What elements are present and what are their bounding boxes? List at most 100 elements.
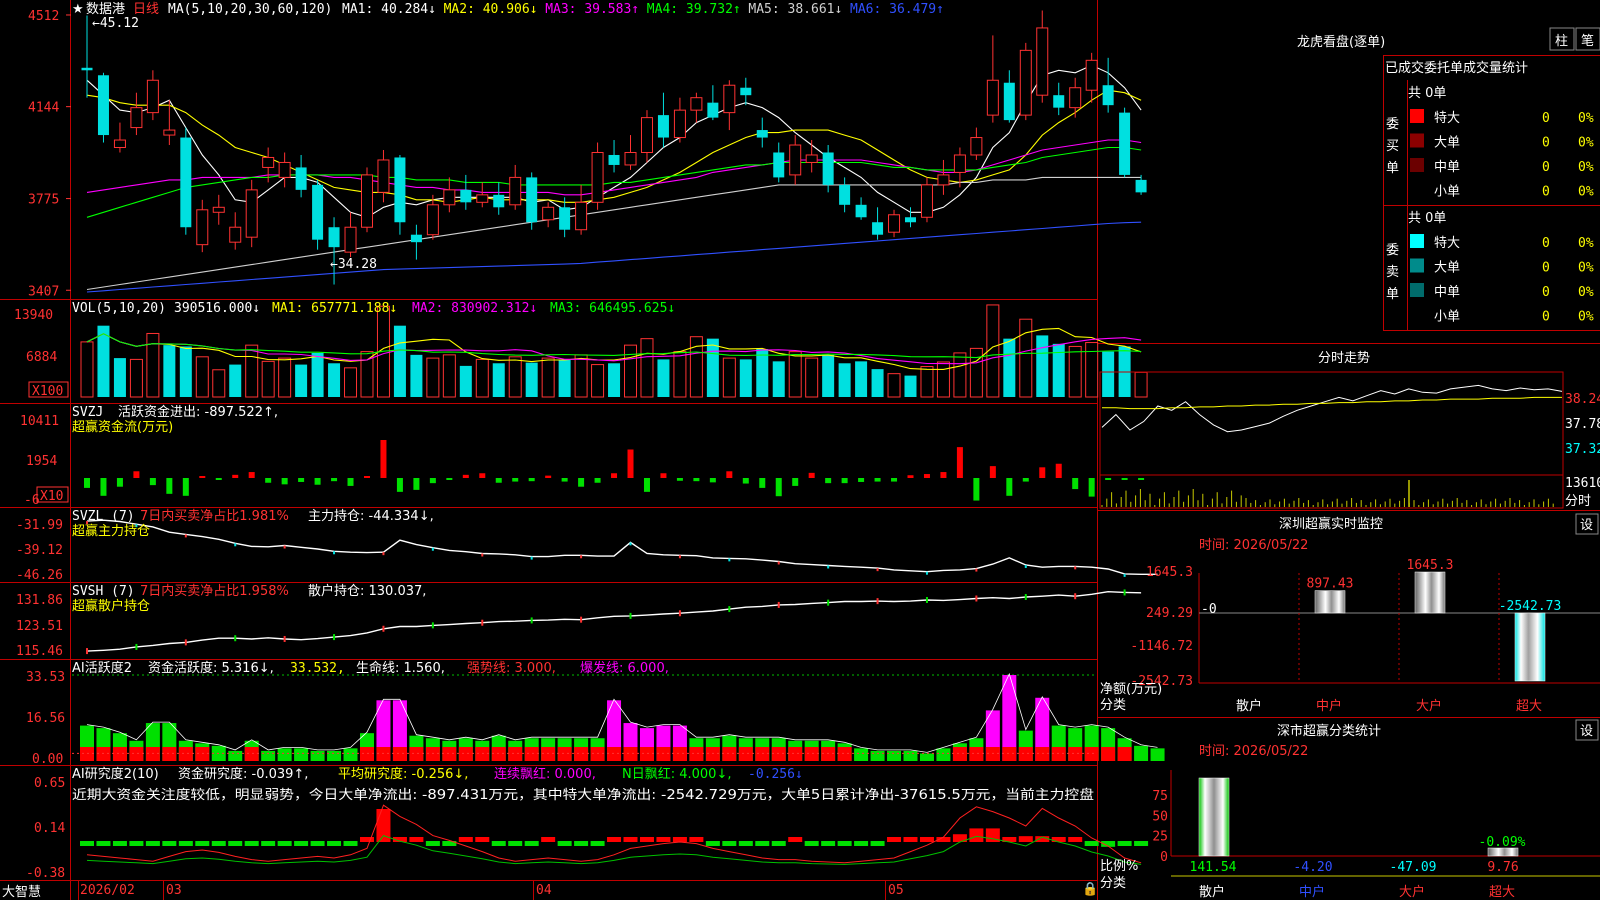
volume-bar xyxy=(722,357,736,398)
candle-body xyxy=(855,204,867,218)
candle-body xyxy=(1069,87,1082,109)
fund-bar xyxy=(182,478,189,496)
activity-bar-body xyxy=(343,748,358,761)
volume-bar xyxy=(245,344,259,398)
volume-bar xyxy=(261,360,275,398)
candle-body xyxy=(740,87,752,96)
fund-bar xyxy=(232,474,239,478)
candle-body xyxy=(905,217,916,223)
activity-bar-base xyxy=(672,747,687,761)
activity-bar-base xyxy=(738,747,753,761)
research-bar xyxy=(162,841,177,846)
stat-row-pct: 0% xyxy=(1578,185,1594,200)
candle xyxy=(97,72,109,143)
app-name: 大智慧 xyxy=(2,884,41,900)
activity-bar xyxy=(1101,728,1116,761)
fund-bar xyxy=(808,472,815,478)
fund-bar xyxy=(429,478,436,484)
stat-row-swatch xyxy=(1410,234,1424,248)
stat-row-name: 特大 xyxy=(1434,236,1460,251)
activity-bar xyxy=(887,750,902,761)
stat-row-swatch xyxy=(1410,109,1424,123)
activity-bar xyxy=(952,743,967,761)
candle-body xyxy=(773,152,785,178)
zl-ratio: 7日内买卖净占比1.981% xyxy=(140,508,289,524)
period-label[interactable]: 日线 xyxy=(133,2,159,17)
fund-bar xyxy=(989,466,996,478)
activity-bar xyxy=(524,738,539,761)
stat-row-name: 大单 xyxy=(1434,261,1460,276)
activity-bar xyxy=(656,725,671,761)
activity-bar xyxy=(359,733,374,761)
activity-bar-base xyxy=(574,747,589,761)
activity-bar-body xyxy=(1134,745,1149,761)
stock-name[interactable]: 数据港 xyxy=(86,2,125,17)
fund-bar xyxy=(956,447,963,478)
research-bar xyxy=(1068,837,1083,842)
candle-body xyxy=(526,177,538,223)
monitor-category-label: 散户 xyxy=(1236,698,1262,714)
group-char: 单 xyxy=(1386,287,1399,302)
research-bar xyxy=(244,841,259,846)
fund-bar xyxy=(792,478,799,486)
ma-legend-5: MA5: 38.661↓ xyxy=(748,2,842,17)
research-bar xyxy=(508,841,523,846)
high-marker: ←45.12 xyxy=(92,16,139,31)
research-bar xyxy=(359,837,374,842)
category-value-label: -4.20 xyxy=(1293,860,1332,875)
activity-bar xyxy=(491,735,506,761)
research-bar xyxy=(1134,841,1149,846)
research-bar xyxy=(178,841,193,846)
volume-bar xyxy=(706,338,719,397)
activity-bar xyxy=(178,740,193,761)
star-icon[interactable]: ★ xyxy=(72,2,84,17)
act-tick-low: 0.00 xyxy=(32,752,63,767)
monitor-tick: 1645.3 xyxy=(1146,565,1193,580)
activity-bar-body xyxy=(228,750,243,761)
stat-row-pct: 0% xyxy=(1578,261,1594,276)
candle-body xyxy=(443,189,456,206)
candle-body xyxy=(130,107,143,129)
volume-bar xyxy=(1019,318,1033,398)
volume-bar xyxy=(1085,342,1099,398)
volume-bar xyxy=(1003,338,1016,397)
fund-tick-mid: 1954 xyxy=(26,454,57,469)
research-bar xyxy=(755,841,770,846)
fund-bar xyxy=(248,472,255,478)
act-strong: 强势线: 3.000, xyxy=(467,660,556,676)
fund-bar xyxy=(923,474,930,478)
candle xyxy=(591,142,604,210)
res-v3: 连续飘红: 0.000, xyxy=(494,766,596,782)
candle-body xyxy=(146,79,159,114)
ma-legend-4: MA4: 39.732↑ xyxy=(647,2,741,17)
activity-bar xyxy=(969,738,984,761)
fund-bar xyxy=(281,478,288,485)
stat-row-pct: 0% xyxy=(1578,236,1594,251)
candle-body xyxy=(937,174,950,186)
activity-bar-base xyxy=(804,747,819,761)
sh-tick-mid: 123.51 xyxy=(16,619,63,634)
activity-bar xyxy=(277,748,292,761)
activity-bar xyxy=(607,700,622,761)
volume-bar xyxy=(608,363,621,397)
fund-bar xyxy=(380,440,387,478)
volume-bar xyxy=(822,354,835,397)
fund-bar xyxy=(265,478,272,483)
activity-bar-base xyxy=(969,747,984,761)
ts-tick-high: 38.24 xyxy=(1565,392,1600,407)
fund-bar xyxy=(709,478,716,483)
zl-value: 主力持仓: -44.334↓, xyxy=(308,509,434,524)
candle-body xyxy=(410,234,422,243)
monitor-tick: 249.29 xyxy=(1146,606,1193,621)
group-char: 委 xyxy=(1386,117,1399,132)
candle-body xyxy=(377,159,390,193)
volume-bar xyxy=(969,347,983,398)
lock-icon[interactable]: 🔒 xyxy=(1082,882,1098,897)
candle xyxy=(245,179,258,248)
activity-bar-base xyxy=(458,747,473,761)
fund-bar xyxy=(940,472,947,478)
category-name-label: 中户 xyxy=(1299,884,1325,900)
volume-bar xyxy=(558,359,571,397)
candle-body xyxy=(312,184,324,240)
research-bar xyxy=(870,841,885,846)
